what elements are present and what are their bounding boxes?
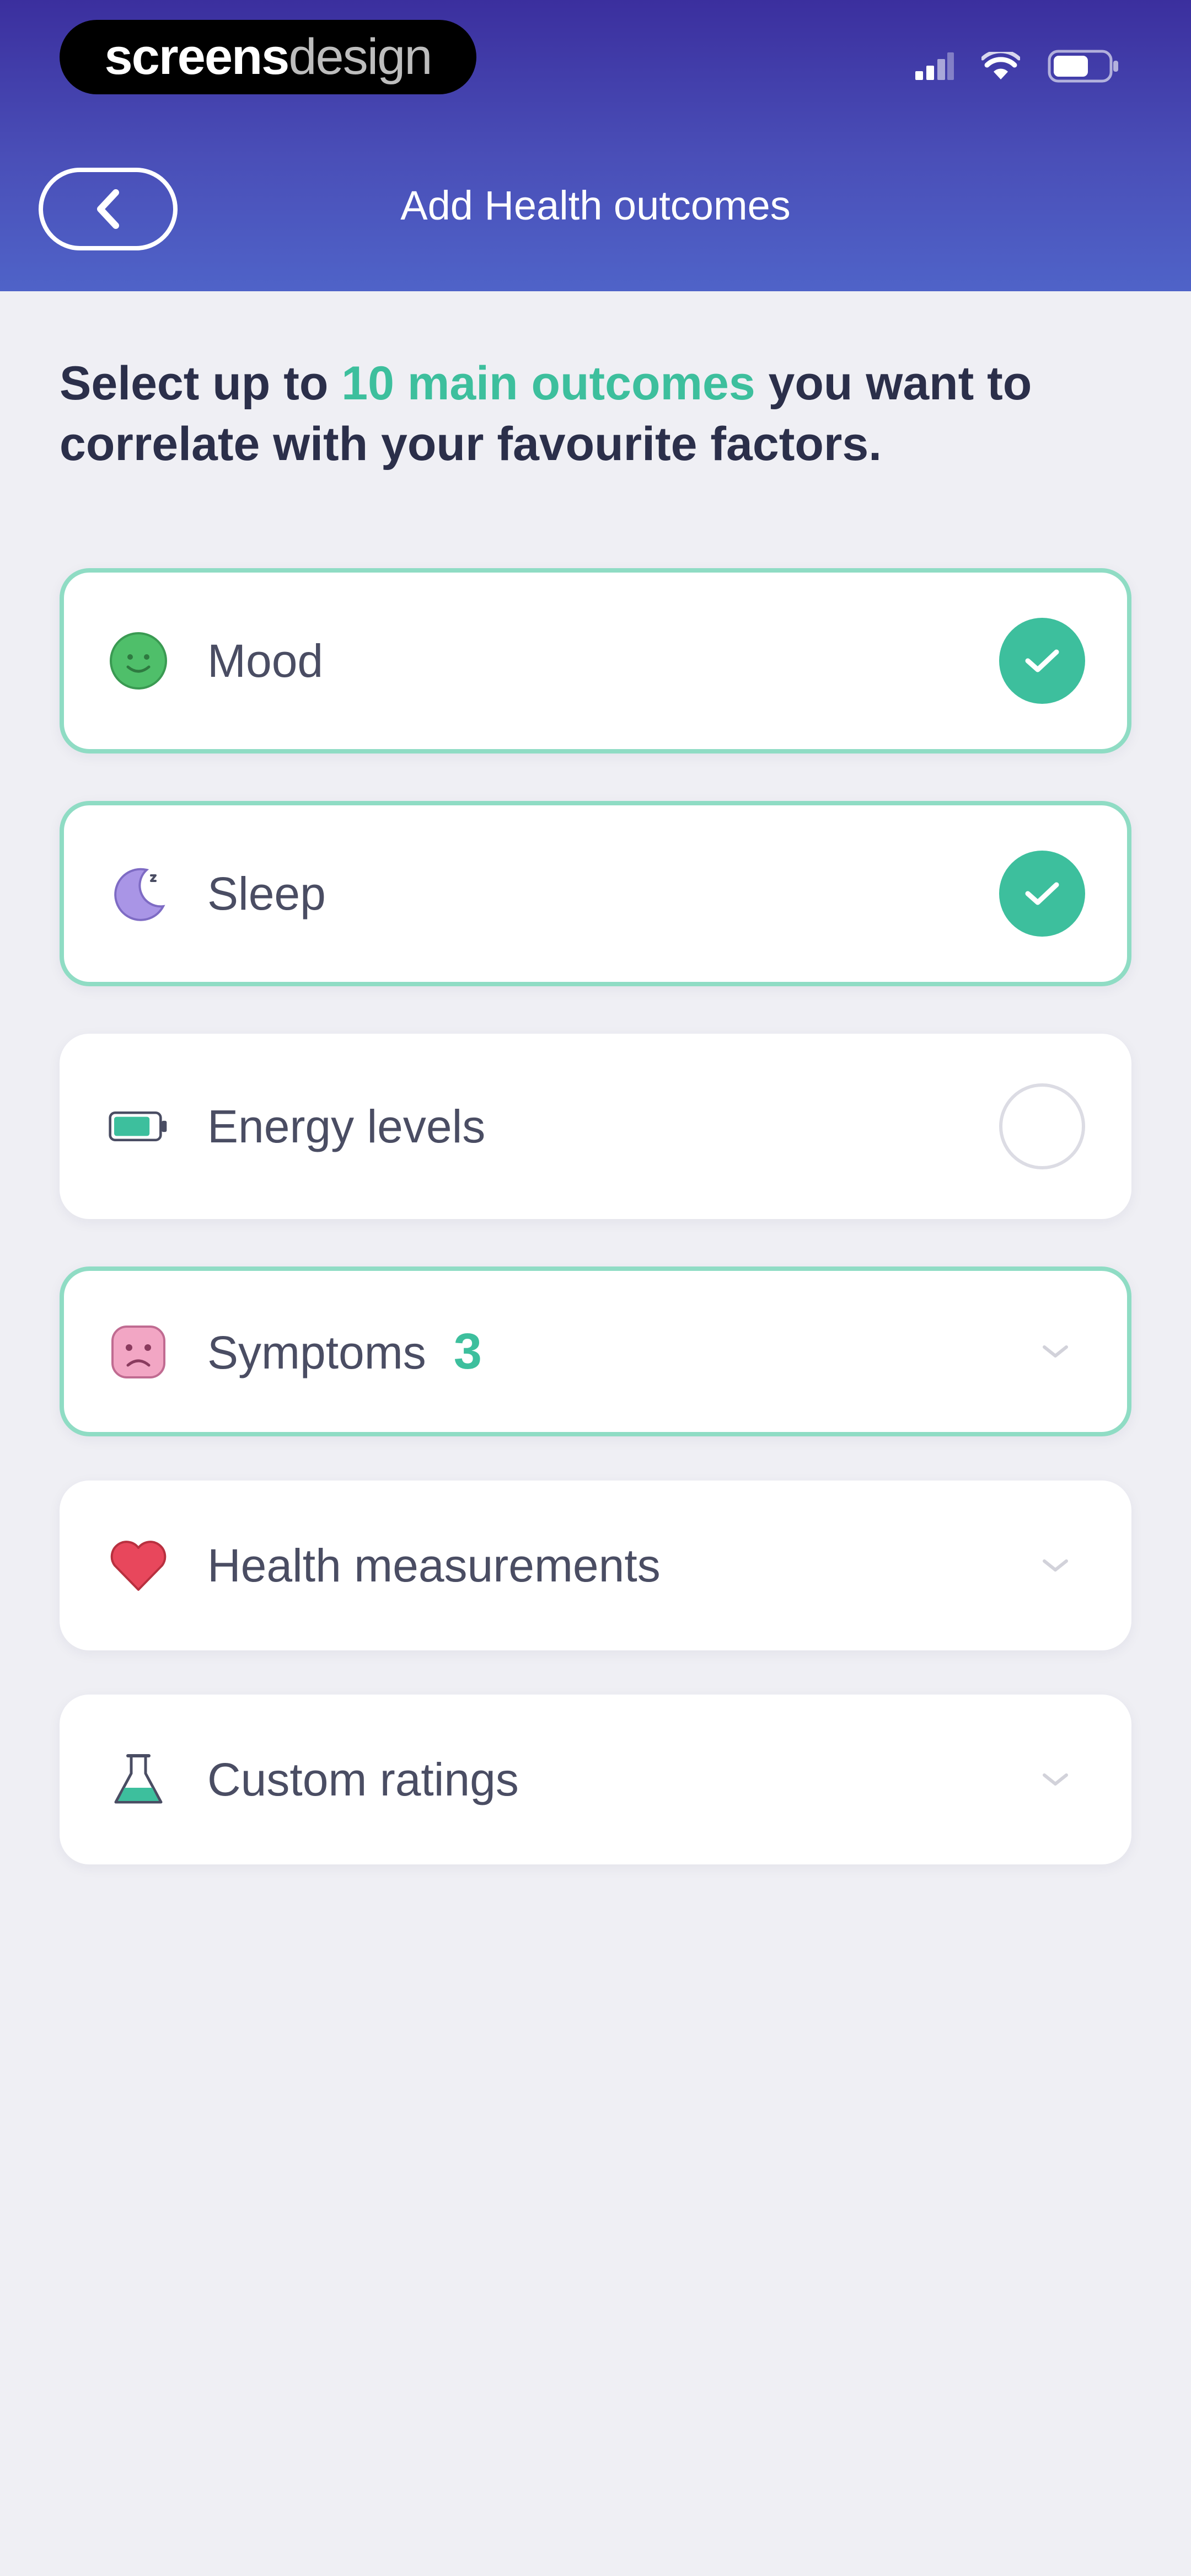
chevron-down-icon[interactable] xyxy=(1033,1543,1077,1588)
chevron-down-icon[interactable] xyxy=(1033,1329,1077,1373)
wifi-icon xyxy=(981,52,1020,79)
selected-count-badge: 3 xyxy=(453,1323,482,1380)
checkmark-icon xyxy=(1025,882,1059,905)
brand-text-light: design xyxy=(288,29,432,85)
symptom-face-icon xyxy=(108,1321,169,1382)
option-label: Energy levels xyxy=(207,1100,486,1152)
status-icons xyxy=(915,50,1119,83)
moon-icon xyxy=(108,863,169,924)
chevron-down-icon[interactable] xyxy=(1033,1757,1077,1802)
flask-icon xyxy=(108,1749,169,1810)
instructions-prefix: Select up to xyxy=(60,357,342,410)
checkbox-checked[interactable] xyxy=(999,851,1085,937)
option-symptoms[interactable]: Symptoms 3 xyxy=(60,1266,1131,1436)
battery-icon xyxy=(108,1096,169,1157)
brand-pill: screens design xyxy=(60,20,476,94)
option-label-with-count: Symptoms 3 xyxy=(207,1323,482,1381)
brand-text-strong: screens xyxy=(104,29,290,85)
option-label: Sleep xyxy=(207,867,326,920)
checkbox-checked[interactable] xyxy=(999,618,1085,704)
battery-status-icon xyxy=(1048,50,1118,83)
page-title: Add Health outcomes xyxy=(400,183,791,228)
checkbox-unchecked[interactable] xyxy=(999,1083,1085,1169)
option-custom-ratings[interactable]: Custom ratings xyxy=(60,1695,1131,1864)
signal-icon xyxy=(915,52,954,80)
option-label: Health measurements xyxy=(207,1539,661,1591)
mood-face-icon xyxy=(108,630,169,691)
option-health-measurements[interactable]: Health measurements xyxy=(60,1481,1131,1650)
header: screens design Add Health outcomes xyxy=(0,0,1191,291)
instructions-highlight: 10 main outcomes xyxy=(341,357,755,410)
option-label: Mood xyxy=(207,634,324,687)
option-label: Symptoms xyxy=(207,1326,426,1378)
option-energy-levels[interactable]: Energy levels xyxy=(60,1034,1131,1219)
checkmark-icon xyxy=(1025,649,1059,672)
instructions-text: Select up to 10 main outcomes you want t… xyxy=(60,353,1140,474)
outcome-options-list: Mood Sleep Energy levels Symptoms 3 Heal… xyxy=(60,568,1131,1864)
heart-icon xyxy=(108,1535,169,1596)
option-mood[interactable]: Mood xyxy=(60,568,1131,753)
option-sleep[interactable]: Sleep xyxy=(60,801,1131,986)
option-label: Custom ratings xyxy=(207,1753,519,1805)
